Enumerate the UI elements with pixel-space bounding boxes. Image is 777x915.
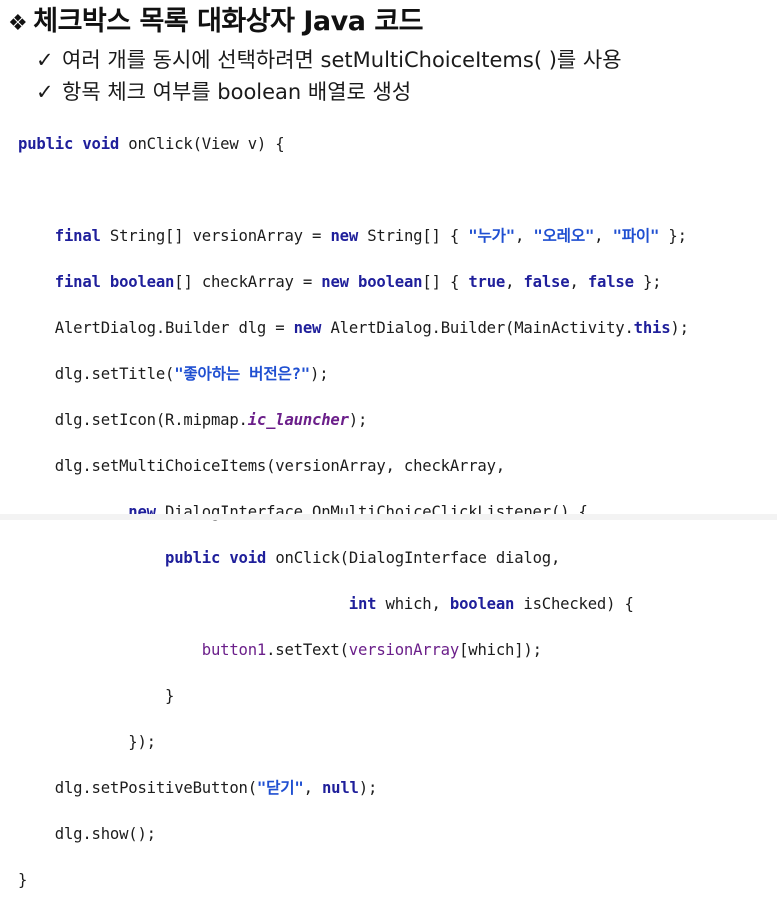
code-line: }); — [18, 731, 768, 754]
keyword: this — [633, 319, 671, 337]
bullet-text: 여러 개를 동시에 선택하려면 setMultiChoiceItems( )를 … — [62, 48, 622, 72]
keyword: void — [229, 549, 267, 567]
code-text: String[] versionArray = — [100, 227, 331, 245]
keyword: null — [321, 779, 359, 797]
code-line: dlg.show(); — [18, 823, 768, 846]
code-text: onClick(View v) { — [119, 135, 285, 153]
code-line: AlertDialog.Builder dlg = new AlertDialo… — [18, 317, 768, 340]
code-text: ); — [348, 411, 368, 429]
keyword: new — [330, 227, 359, 245]
diamond-bullet-icon: ❖ — [8, 11, 28, 36]
code-text: dlg.show(); — [54, 825, 156, 843]
static-field: ic_launcher — [247, 411, 349, 429]
code-text: ); — [310, 365, 329, 383]
code-block: public void onClick(View v) { final Stri… — [18, 110, 768, 889]
string-literal: "누가" — [468, 227, 515, 245]
code-text: } — [165, 687, 175, 705]
string-literal: "닫기" — [256, 779, 304, 797]
bottom-edge — [0, 514, 777, 520]
code-text: , — [569, 273, 588, 291]
code-text: }; — [633, 273, 662, 291]
string-literal: "좋아하는 버전은?" — [174, 365, 310, 383]
code-text: [which]); — [459, 641, 542, 659]
code-text: isChecked) { — [514, 595, 634, 613]
code-text: which, — [376, 595, 450, 613]
code-text: }; — [659, 227, 687, 245]
code-line: dlg.setPositiveButton("닫기", null); — [18, 777, 768, 800]
code-line: final String[] versionArray = new String… — [18, 225, 768, 248]
string-literal: "파이" — [612, 227, 660, 245]
keyword: new — [293, 319, 322, 337]
code-text: , — [505, 273, 524, 291]
keyword: public — [18, 135, 74, 153]
code-line: public void onClick(View v) { — [18, 133, 768, 156]
code-text: , — [303, 779, 322, 797]
checkmark-icon: ✓ — [36, 48, 54, 72]
keyword: int — [348, 595, 377, 613]
keyword: boolean — [358, 273, 423, 291]
keyword: boolean — [109, 273, 175, 291]
keyword: final — [54, 273, 101, 291]
field-reference: versionArray — [348, 641, 460, 659]
keyword: false — [587, 273, 634, 291]
code-text: ); — [358, 779, 378, 797]
code-text: dlg.setIcon(R.mipmap. — [54, 411, 248, 429]
code-line: new DialogInterface.OnMultiChoiceClickLi… — [18, 501, 768, 524]
bullet-item: ✓ 여러 개를 동시에 선택하려면 setMultiChoiceItems( )를… — [36, 46, 622, 74]
code-text: } — [18, 871, 28, 889]
code-text: AlertDialog.Builder(MainActivity. — [321, 319, 634, 337]
bullet-item: ✓ 항목 체크 여부를 boolean 배열로 생성 — [36, 78, 411, 106]
code-line: } — [18, 869, 768, 892]
code-text: dlg.setTitle( — [54, 365, 175, 383]
code-line: public void onClick(DialogInterface dial… — [18, 547, 768, 570]
keyword: public — [165, 549, 221, 567]
slide-title: ❖ 체크박스 목록 대화상자 Java 코드 — [8, 4, 423, 40]
keyword: void — [82, 135, 120, 153]
keyword: final — [54, 227, 101, 245]
keyword: new — [321, 273, 349, 291]
code-line: button1.setText(versionArray[which]); — [18, 639, 768, 662]
code-text: dlg.setPositiveButton( — [54, 779, 257, 797]
code-text: AlertDialog.Builder dlg = — [54, 319, 294, 337]
code-text: [] { — [422, 273, 469, 291]
code-text: ); — [670, 319, 689, 337]
code-text: String[] { — [358, 227, 469, 245]
keyword: boolean — [449, 595, 515, 613]
code-text: onClick(DialogInterface dialog, — [266, 549, 561, 567]
code-text: .setText( — [266, 641, 349, 659]
code-line: int which, boolean isChecked) { — [18, 593, 768, 616]
code-line: dlg.setTitle("좋아하는 버전은?"); — [18, 363, 768, 386]
keyword: false — [523, 273, 570, 291]
string-literal: "오레오" — [533, 227, 595, 245]
code-text: , — [594, 227, 613, 245]
code-text: dlg.setMultiChoiceItems(versionArray, ch… — [54, 457, 505, 475]
slide-title-text: 체크박스 목록 대화상자 Java 코드 — [33, 6, 423, 37]
checkmark-icon: ✓ — [36, 80, 54, 104]
code-text: , — [514, 227, 534, 245]
bullet-text: 항목 체크 여부를 boolean 배열로 생성 — [62, 80, 412, 104]
code-line: } — [18, 685, 768, 708]
code-line: final boolean[] checkArray = new boolean… — [18, 271, 768, 294]
code-text: [] checkArray = — [174, 273, 322, 291]
code-text: }); — [128, 733, 156, 751]
keyword: true — [468, 273, 506, 291]
code-line: dlg.setMultiChoiceItems(versionArray, ch… — [18, 455, 768, 478]
field-reference: button1 — [201, 641, 267, 659]
code-line: dlg.setIcon(R.mipmap.ic_launcher); — [18, 409, 768, 432]
